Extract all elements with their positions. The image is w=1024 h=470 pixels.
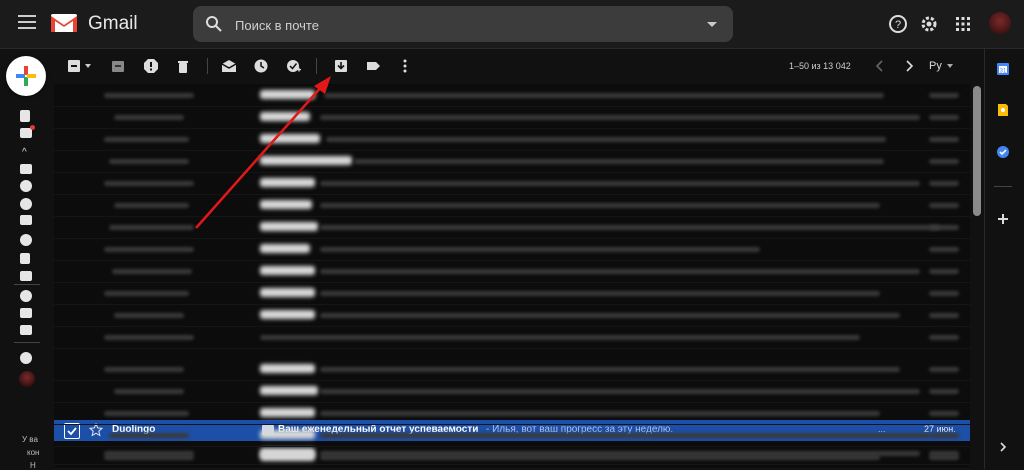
annotation-arrow (195, 76, 331, 229)
